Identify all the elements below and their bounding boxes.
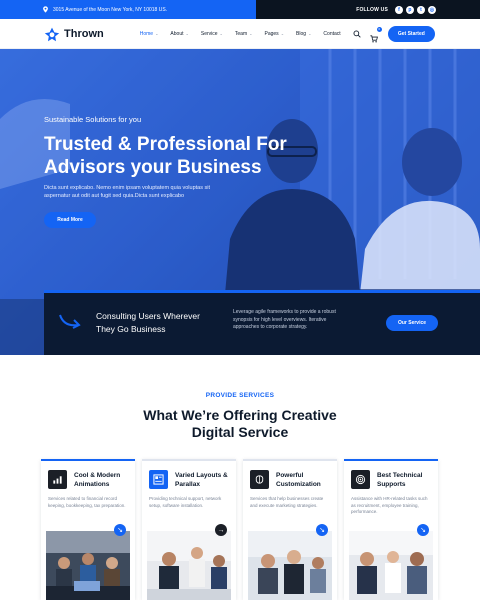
service-card-image: [248, 531, 332, 600]
services-title-line1: What We’re Offering Creative: [143, 407, 337, 423]
nav-pages[interactable]: Pages ⌄: [265, 31, 285, 37]
service-cards: Cool & Modern Animations Services relate…: [41, 459, 439, 600]
hero-title-line1: Trusted & Professional For: [44, 134, 287, 155]
address-text: 3015 Avenue of the Moon New York, NY 100…: [53, 6, 168, 13]
hero-description: Dicta sunt explicabo. Nemo enim ipsam vo…: [44, 185, 210, 199]
top-bar: 3015 Avenue of the Moon New York, NY 100…: [0, 0, 480, 19]
instagram-icon[interactable]: ◎: [428, 5, 436, 14]
location-pin-icon: [43, 6, 48, 13]
service-card[interactable]: Varied Layouts & Parallax Providing tech…: [142, 459, 236, 600]
arrow-icon: ↘: [420, 527, 426, 534]
nav-contact-label: Contact: [323, 30, 341, 37]
nav-contact[interactable]: Contact: [323, 31, 340, 37]
services-title: What We’re Offering Creative Digital Ser…: [0, 407, 480, 441]
chevron-down-icon: ⌄: [308, 31, 312, 36]
twitter-icon[interactable]: t: [417, 5, 425, 14]
service-card-text: Assistance with HR-related tasks such as…: [351, 496, 428, 514]
service-card-image: [147, 531, 231, 600]
arrow-icon: ↘: [319, 527, 325, 534]
service-card-title: Powerful Customization: [276, 472, 321, 488]
cart-count-badge: 0: [376, 26, 382, 32]
hero-title: Trusted & Professional For Advisors your…: [44, 133, 344, 179]
cart-icon: [370, 34, 378, 43]
chevron-down-icon: ⌄: [249, 31, 253, 36]
read-more-button[interactable]: Read More: [44, 212, 96, 228]
service-card[interactable]: Powerful Customization Services that hel…: [243, 459, 337, 600]
nav-about-label: About: [170, 30, 184, 37]
chevron-down-icon: ⌄: [219, 31, 223, 36]
main-nav: Home ⌄ About ⌄ Service ⌄ Team ⌄ Pages ⌄ Blog ⌄…: [140, 31, 353, 37]
main-header: Thrown Home ⌄ About ⌄ Service ⌄ Team ⌄ Pages…: [0, 19, 480, 49]
chevron-down-icon: ⌄: [280, 31, 285, 36]
our-service-button[interactable]: Our Service: [386, 315, 438, 331]
target-icon: [351, 470, 370, 489]
hero-section: Sustainable Solutions for you Trusted & …: [0, 49, 480, 355]
layout-icon: [149, 470, 168, 489]
nav-blog-label: Blog: [296, 30, 307, 37]
nav-service[interactable]: Service ⌄: [201, 31, 223, 37]
nav-about[interactable]: About ⌄: [170, 31, 188, 37]
chart-icon: [48, 470, 67, 489]
pinterest-icon[interactable]: p: [406, 5, 414, 14]
consulting-text: Leverage agile frameworks to provide a r…: [233, 309, 336, 330]
get-started-button[interactable]: Get Started: [387, 25, 435, 42]
consulting-banner: Consulting Users Wherever They Go Busine…: [44, 290, 480, 355]
service-card-title: Best Technical Supports: [377, 472, 423, 488]
hero-title-line2: Advisors your Business: [44, 157, 262, 178]
nav-service-label: Service: [200, 30, 218, 37]
nav-home-label: Home: [139, 30, 154, 37]
service-card-text: Providing technical support, network set…: [149, 496, 222, 508]
service-card-image: [349, 531, 433, 600]
service-card[interactable]: Best Technical Supports Assistance with …: [344, 459, 438, 600]
services-eyebrow: PROVIDE SERVICES: [205, 392, 275, 399]
brain-icon: [250, 470, 269, 489]
chevron-down-icon: ⌄: [185, 31, 189, 36]
follow-bar: FOLLOW US f p t ◎: [256, 0, 480, 19]
service-card-image: [46, 531, 130, 600]
arrow-link-button[interactable]: ↘: [114, 524, 126, 536]
arrow-link-button[interactable]: ↘: [417, 524, 429, 536]
arrow-link-button[interactable]: →: [215, 524, 227, 536]
address-bar: 3015 Avenue of the Moon New York, NY 100…: [0, 0, 256, 19]
cart-button[interactable]: 0: [370, 26, 382, 43]
nav-home[interactable]: Home ⌄: [140, 31, 159, 37]
service-card-title: Varied Layouts & Parallax: [175, 472, 228, 488]
services-title-line2: Digital Service: [191, 424, 289, 440]
consulting-title: Consulting Users Wherever They Go Busine…: [96, 311, 200, 334]
nav-pages-label: Pages: [264, 30, 279, 37]
arrow-icon: →: [217, 526, 225, 534]
facebook-icon[interactable]: f: [395, 5, 403, 14]
arrow-icon: ↘: [117, 527, 123, 534]
nav-blog[interactable]: Blog ⌄: [296, 31, 311, 37]
follow-label: FOLLOW US: [356, 6, 388, 13]
nav-team[interactable]: Team ⌄: [235, 31, 253, 37]
brand-name: Thrown: [64, 27, 104, 40]
logo-mark-icon: [44, 27, 60, 41]
nav-team-label: Team: [234, 30, 248, 37]
header-icons: 0: [353, 26, 382, 43]
chevron-down-icon: ⌄: [155, 31, 159, 36]
hero-subtitle: Sustainable Solutions for you: [44, 115, 142, 124]
social-links: f p t ◎: [395, 5, 436, 14]
service-card-text: Services that help businesses create and…: [250, 496, 324, 508]
search-icon[interactable]: [353, 30, 361, 38]
curved-arrow-icon: [59, 314, 81, 329]
service-card-title: Cool & Modern Animations: [74, 472, 121, 488]
service-card[interactable]: Cool & Modern Animations Services relate…: [41, 459, 135, 600]
arrow-link-button[interactable]: ↘: [316, 524, 328, 536]
logo[interactable]: Thrown: [44, 26, 104, 42]
service-card-text: Services related to financial record kee…: [48, 496, 126, 508]
